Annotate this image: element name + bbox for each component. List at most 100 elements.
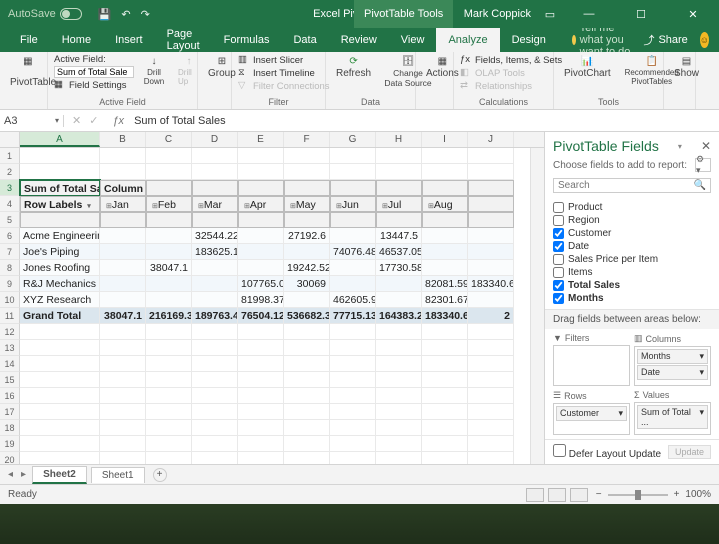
cell[interactable] — [100, 324, 146, 340]
cell[interactable] — [146, 292, 192, 308]
area-item[interactable]: Months▾ — [637, 349, 708, 364]
search-input[interactable] — [558, 180, 694, 191]
cell[interactable] — [100, 420, 146, 436]
cell[interactable] — [422, 436, 468, 452]
cell[interactable] — [468, 244, 514, 260]
cell[interactable]: 536682.38 — [284, 308, 330, 324]
cell[interactable]: ⊞May — [284, 196, 330, 212]
cell[interactable] — [20, 356, 100, 372]
cell[interactable] — [330, 340, 376, 356]
account-name[interactable]: Mark Coppick — [464, 8, 531, 20]
relationships-button[interactable]: ⇄Relationships — [460, 80, 562, 92]
cell[interactable] — [422, 324, 468, 340]
sheet-nav-next[interactable]: ▸ — [19, 469, 28, 480]
cell[interactable]: ⊞Jul — [376, 196, 422, 212]
field-checkbox[interactable] — [553, 202, 564, 213]
column-header-B[interactable]: B — [100, 132, 146, 147]
cell[interactable] — [330, 388, 376, 404]
zoom-out-button[interactable]: − — [596, 489, 602, 500]
cell[interactable]: 13447.5 — [376, 228, 422, 244]
cell[interactable] — [146, 164, 192, 180]
save-icon[interactable]: 💾 — [98, 8, 112, 21]
values-area[interactable]: ΣValues Sum of Total ...▾ — [634, 390, 711, 435]
cell[interactable]: Column Labels ▾ — [100, 180, 146, 196]
name-box[interactable]: A3▾ — [0, 115, 64, 127]
cell[interactable] — [238, 324, 284, 340]
cell[interactable]: 107765.04 — [238, 276, 284, 292]
row-header[interactable]: 15 — [0, 372, 20, 388]
cell[interactable] — [376, 436, 422, 452]
cell[interactable] — [192, 372, 238, 388]
cell[interactable] — [284, 404, 330, 420]
update-button[interactable]: Update — [668, 445, 711, 459]
cell[interactable] — [330, 164, 376, 180]
cell[interactable] — [422, 388, 468, 404]
view-page-layout[interactable] — [548, 488, 566, 502]
row-header[interactable]: 6 — [0, 228, 20, 244]
cell[interactable] — [284, 420, 330, 436]
cell[interactable] — [20, 404, 100, 420]
field-customer[interactable]: Customer — [553, 227, 711, 240]
close-button[interactable]: ✕ — [673, 0, 713, 28]
pivotchart-button[interactable]: 📊PivotChart — [560, 54, 615, 81]
cell[interactable] — [468, 324, 514, 340]
cell[interactable] — [238, 180, 284, 196]
cell[interactable]: 216169.33 — [146, 308, 192, 324]
minimize-button[interactable]: — — [569, 0, 609, 28]
sheet-tab-sheet2[interactable]: Sheet2 — [32, 466, 87, 484]
cell[interactable] — [100, 228, 146, 244]
cell[interactable] — [330, 228, 376, 244]
cell[interactable] — [100, 404, 146, 420]
tab-analyze[interactable]: Analyze — [436, 28, 499, 52]
cell[interactable] — [238, 388, 284, 404]
view-normal[interactable] — [526, 488, 544, 502]
cell[interactable]: 27192.6 — [284, 228, 330, 244]
cell[interactable] — [330, 356, 376, 372]
field-sales-price-per-item[interactable]: Sales Price per Item — [553, 253, 711, 266]
cell[interactable] — [192, 212, 238, 228]
cell[interactable] — [468, 292, 514, 308]
row-header[interactable]: 12 — [0, 324, 20, 340]
fx-label[interactable]: ƒx — [106, 115, 130, 127]
tab-view[interactable]: View — [389, 28, 437, 52]
column-header-I[interactable]: I — [422, 132, 468, 147]
cell[interactable] — [330, 180, 376, 196]
field-total-sales[interactable]: Total Sales — [553, 279, 711, 292]
tab-review[interactable]: Review — [329, 28, 389, 52]
cell[interactable] — [192, 180, 238, 196]
field-checkbox[interactable] — [553, 254, 564, 265]
cell[interactable] — [146, 324, 192, 340]
cell[interactable] — [20, 164, 100, 180]
cell[interactable] — [100, 356, 146, 372]
cell[interactable] — [376, 452, 422, 464]
cell[interactable] — [422, 228, 468, 244]
cell[interactable] — [376, 164, 422, 180]
cell[interactable] — [330, 148, 376, 164]
gear-icon[interactable]: ⚙ ▾ — [695, 158, 711, 172]
cell[interactable] — [468, 404, 514, 420]
row-header[interactable]: 2 — [0, 164, 20, 180]
insert-slicer-button[interactable]: ▥Insert Slicer — [238, 54, 330, 66]
pane-dropdown-icon[interactable]: ▾ — [678, 142, 682, 151]
cell[interactable] — [20, 324, 100, 340]
cell[interactable] — [376, 180, 422, 196]
filter-connections-button[interactable]: ▽Filter Connections — [238, 80, 330, 92]
tab-home[interactable]: Home — [50, 28, 103, 52]
cell[interactable] — [238, 420, 284, 436]
cell[interactable] — [100, 372, 146, 388]
area-item[interactable]: Date▾ — [637, 365, 708, 380]
chevron-down-icon[interactable]: ▾ — [55, 116, 59, 125]
cell[interactable]: 2 — [468, 308, 514, 324]
cell[interactable]: ⊞Apr — [238, 196, 284, 212]
field-checkbox[interactable] — [553, 280, 564, 291]
cell[interactable] — [20, 420, 100, 436]
zoom-in-button[interactable]: + — [674, 489, 680, 500]
cell[interactable] — [146, 388, 192, 404]
cell[interactable] — [146, 436, 192, 452]
cell[interactable] — [20, 436, 100, 452]
cell[interactable]: 32544.22 — [192, 228, 238, 244]
cell[interactable] — [100, 340, 146, 356]
rows-area[interactable]: ☰Rows Customer▾ — [553, 390, 630, 435]
share-button[interactable]: ⤴Share — [631, 32, 699, 48]
cell[interactable] — [20, 340, 100, 356]
